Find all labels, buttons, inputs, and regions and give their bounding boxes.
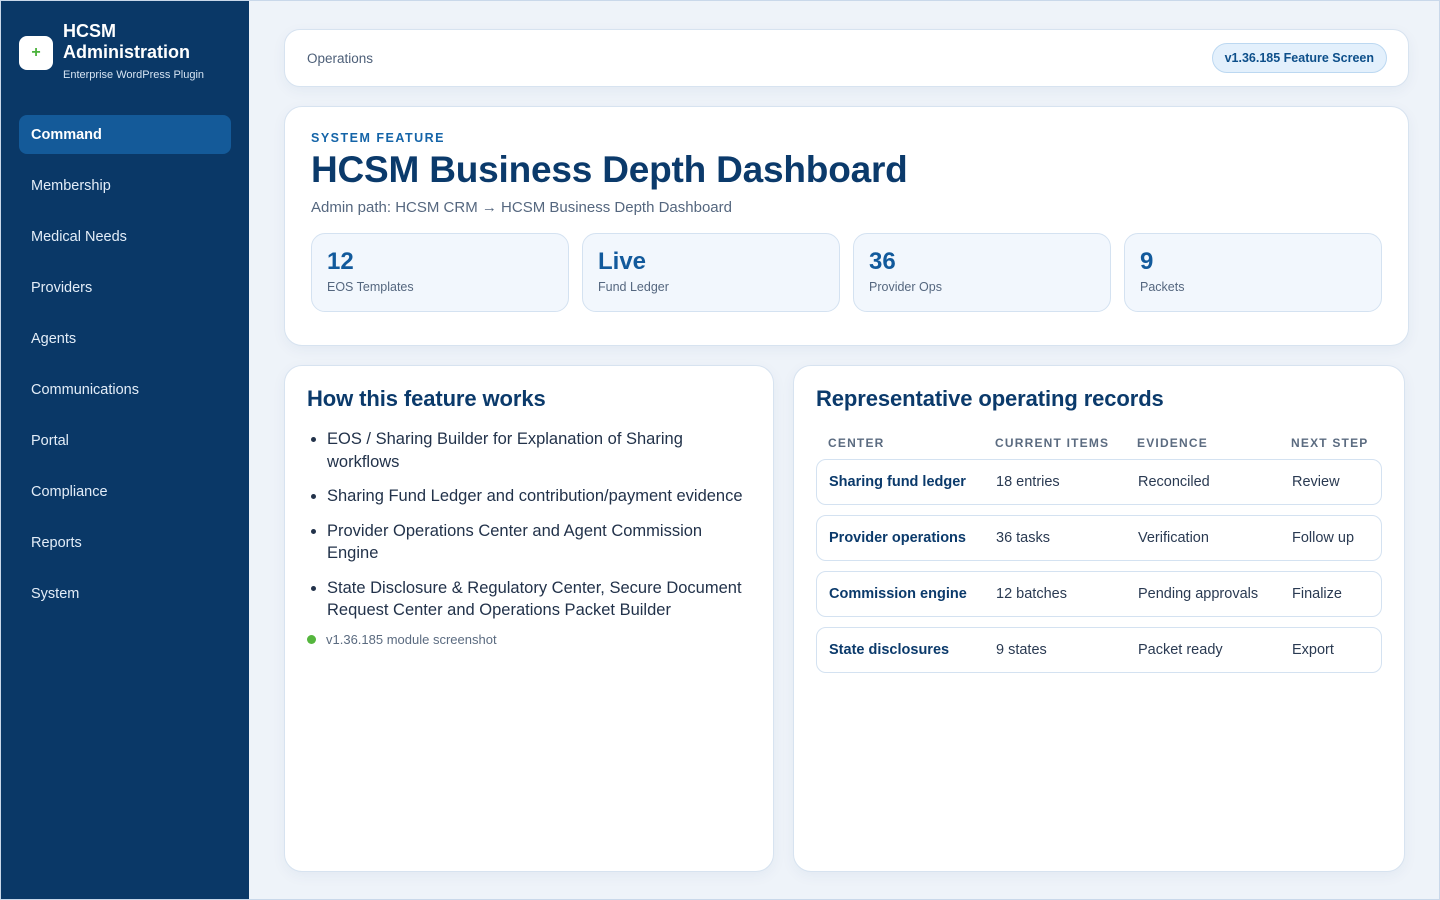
- feature-bullets: EOS / Sharing Builder for Explanation of…: [307, 428, 751, 622]
- app-frame: + HCSM Administration Enterprise WordPre…: [0, 0, 1440, 900]
- cell-next-step: Follow up: [1292, 530, 1355, 546]
- stat-label: Fund Ledger: [598, 280, 669, 294]
- list-item: Sharing Fund Ledger and contribution/pay…: [327, 485, 751, 508]
- hero-panel: SYSTEM FEATURE HCSM Business Depth Dashb…: [284, 106, 1409, 346]
- admin-path: Admin path: HCSM CRM → HCSM Business Dep…: [311, 199, 732, 216]
- stat-card-eos-templates: 12 EOS Templates: [311, 233, 569, 312]
- stats-row: 12 EOS Templates Live Fund Ledger 36 Pro…: [311, 233, 1382, 312]
- main-content: Operations v1.36.185 Feature Screen SYST…: [249, 1, 1440, 899]
- column-header-current-items: CURRENT ITEMS: [995, 436, 1110, 450]
- sidebar-item-command[interactable]: Command: [19, 115, 231, 154]
- cell-evidence: Pending approvals: [1138, 586, 1259, 602]
- cell-next-step: Finalize: [1292, 586, 1342, 602]
- sidebar-item-compliance[interactable]: Compliance: [19, 472, 231, 511]
- column-header-next-step: NEXT STEP: [1291, 436, 1369, 450]
- cell-evidence: Packet ready: [1138, 642, 1223, 658]
- stat-card-fund-ledger: Live Fund Ledger: [582, 233, 840, 312]
- cell-current-items: 36 tasks: [996, 530, 1050, 546]
- cell-current-items: 9 states: [996, 642, 1047, 658]
- cell-current-items: 18 entries: [996, 474, 1060, 490]
- cell-center: Commission engine: [829, 586, 967, 602]
- sidebar: + HCSM Administration Enterprise WordPre…: [1, 1, 249, 899]
- cell-next-step: Export: [1292, 642, 1334, 658]
- records-title: Representative operating records: [816, 386, 1164, 411]
- records-card: Representative operating records CENTER …: [793, 365, 1405, 872]
- brand-text: HCSM Administration Enterprise WordPress…: [63, 21, 231, 81]
- page-title: HCSM Business Depth Dashboard: [311, 149, 908, 190]
- how-it-works-card: How this feature works EOS / Sharing Bui…: [284, 365, 774, 872]
- cards-row: How this feature works EOS / Sharing Bui…: [284, 365, 1409, 872]
- logo-glyph: +: [31, 44, 41, 61]
- table-header: CENTER CURRENT ITEMS EVIDENCE NEXT STEP: [816, 436, 1382, 450]
- sidebar-item-portal[interactable]: Portal: [19, 421, 231, 460]
- topbar: Operations v1.36.185 Feature Screen: [284, 29, 1409, 87]
- status-dot-icon: [307, 634, 316, 644]
- brand: + HCSM Administration Enterprise WordPre…: [19, 21, 231, 81]
- plus-logo-icon: +: [19, 36, 53, 70]
- stat-value: 36: [869, 248, 896, 275]
- list-item: Provider Operations Center and Agent Com…: [327, 520, 751, 565]
- stat-label: Provider Ops: [869, 280, 942, 294]
- sidebar-item-communications[interactable]: Communications: [19, 370, 231, 409]
- cell-center: State disclosures: [829, 642, 950, 658]
- cell-current-items: 12 batches: [996, 586, 1067, 602]
- status-text: v1.36.185 module screenshot: [326, 631, 497, 647]
- app-title: HCSM Administration: [63, 21, 191, 62]
- stat-card-packets: 9 Packets: [1124, 233, 1382, 312]
- how-it-works-title: How this feature works: [307, 386, 546, 411]
- stat-card-provider-ops: 36 Provider Ops: [853, 233, 1111, 312]
- stat-label: EOS Templates: [327, 280, 414, 294]
- cell-evidence: Verification: [1138, 530, 1209, 546]
- stat-value: Live: [598, 248, 647, 275]
- cell-evidence: Reconciled: [1138, 474, 1210, 490]
- stat-value: 12: [327, 248, 354, 275]
- breadcrumb[interactable]: Operations: [307, 51, 373, 66]
- sidebar-item-agents[interactable]: Agents: [19, 319, 231, 358]
- sidebar-item-system[interactable]: System: [19, 574, 231, 613]
- cell-next-step: Review: [1292, 474, 1340, 490]
- cell-center: Provider operations: [829, 530, 966, 546]
- eyebrow-label: SYSTEM FEATURE: [311, 131, 445, 145]
- table-row[interactable]: Sharing fund ledger 18 entries Reconcile…: [816, 459, 1382, 505]
- version-badge: v1.36.185 Feature Screen: [1211, 43, 1387, 73]
- column-header-center: CENTER: [828, 436, 885, 450]
- stat-label: Packets: [1140, 280, 1185, 294]
- sidebar-item-medical-needs[interactable]: Medical Needs: [19, 217, 231, 256]
- list-item: State Disclosure & Regulatory Center, Se…: [327, 577, 751, 622]
- stat-value: 9: [1140, 248, 1154, 275]
- table-row[interactable]: Commission engine 12 batches Pending app…: [816, 571, 1382, 617]
- module-status: v1.36.185 module screenshot: [307, 632, 751, 647]
- column-header-evidence: EVIDENCE: [1137, 436, 1208, 450]
- sidebar-item-reports[interactable]: Reports: [19, 523, 231, 562]
- cell-center: Sharing fund ledger: [829, 474, 966, 490]
- sidebar-item-membership[interactable]: Membership: [19, 166, 231, 205]
- sidebar-item-providers[interactable]: Providers: [19, 268, 231, 307]
- table-row[interactable]: Provider operations 36 tasks Verificatio…: [816, 515, 1382, 561]
- app-subtitle: Enterprise WordPress Plugin: [63, 69, 205, 81]
- table-row[interactable]: State disclosures 9 states Packet ready …: [816, 627, 1382, 673]
- sidebar-nav: Command Membership Medical Needs Provide…: [19, 115, 231, 613]
- list-item: EOS / Sharing Builder for Explanation of…: [327, 428, 751, 473]
